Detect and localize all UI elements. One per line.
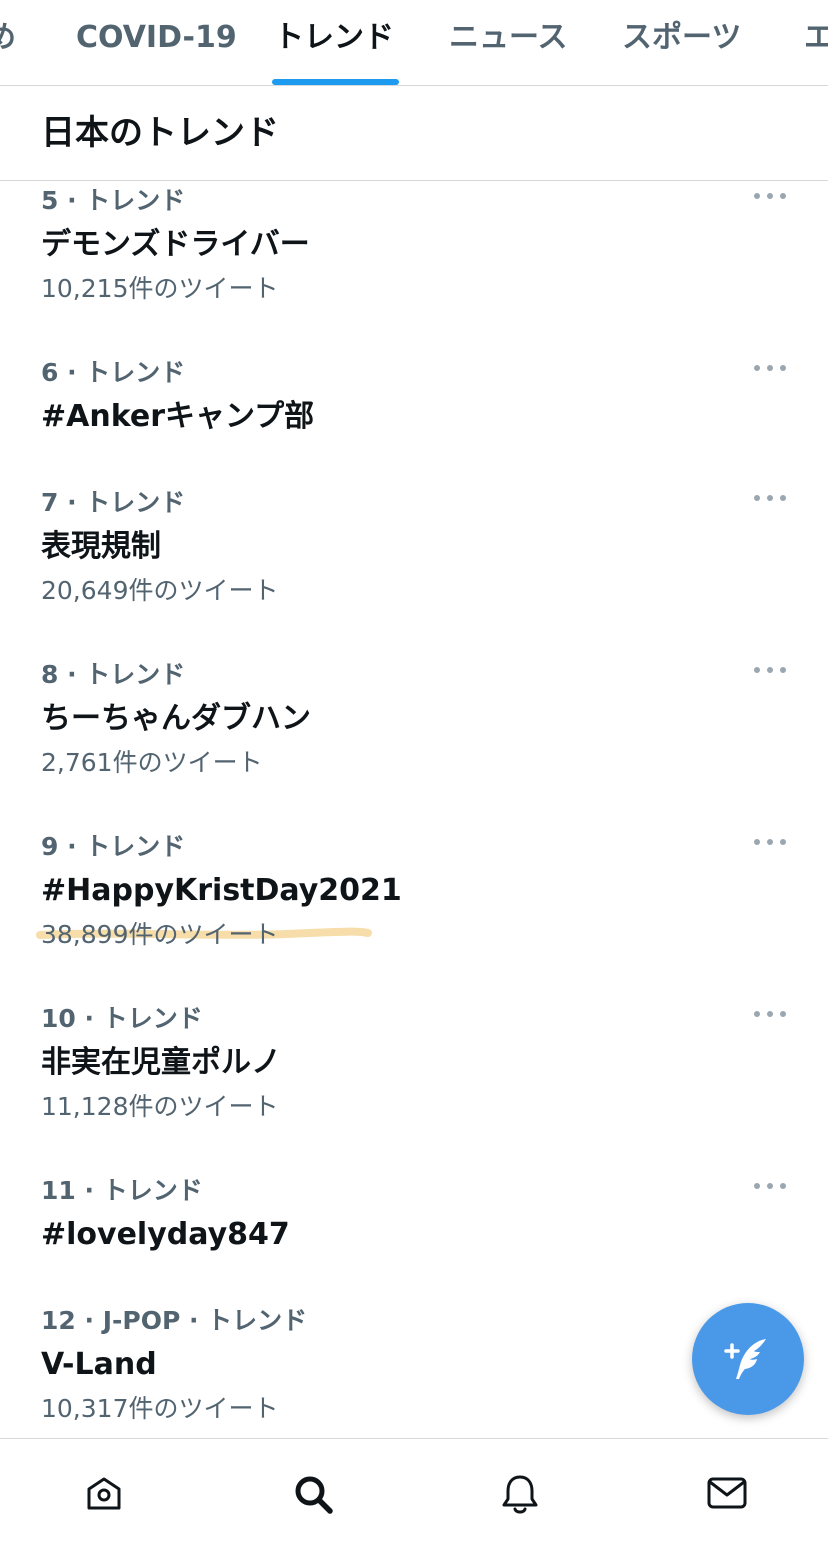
trend-meta: 11 · トレンド	[41, 1176, 203, 1205]
explore-tab-bar: め COVID-19 トレンド ニュース スポーツ エ	[0, 0, 828, 86]
trend-tweet-count: 10,215件のツイート	[41, 274, 279, 303]
nav-search[interactable]	[282, 1463, 342, 1523]
trend-meta: 10 · トレンド	[41, 1004, 203, 1033]
tab-covid-19[interactable]: COVID-19	[76, 18, 237, 58]
trend-item[interactable]: 6 · トレンド #Ankerキャンプ部	[0, 356, 828, 456]
search-icon	[295, 1476, 333, 1514]
tab-sports[interactable]: スポーツ	[622, 18, 741, 58]
trend-name: 表現規制	[41, 529, 161, 564]
trend-tweet-count: 2,761件のツイート	[41, 748, 263, 777]
trend-item-highlighted[interactable]: 9 · トレンド #HappyKristDay2021 38,899件のツイート	[0, 830, 828, 980]
more-options-icon[interactable]	[754, 836, 786, 848]
explore-screen: め COVID-19 トレンド ニュース スポーツ エ 日本のトレンド 5 · …	[0, 0, 828, 1563]
tab-trending[interactable]: トレンド	[274, 18, 394, 58]
tab-entertainment[interactable]: エ	[804, 18, 828, 58]
trend-item[interactable]: 5 · トレンド デモンズドライバー 10,215件のツイート	[0, 184, 828, 334]
trend-meta: 6 · トレンド	[41, 358, 186, 387]
trend-name: 非実在児童ポルノ	[41, 1045, 281, 1080]
trend-meta: 8 · トレンド	[41, 660, 186, 689]
more-options-icon[interactable]	[754, 664, 786, 676]
bottom-nav-bar	[0, 1438, 828, 1563]
tab-for-you[interactable]: め	[0, 18, 16, 58]
trend-name: デモンズドライバー	[41, 227, 310, 262]
trend-tweet-count: 11,128件のツイート	[41, 1092, 279, 1121]
trend-meta: 7 · トレンド	[41, 488, 186, 517]
notifications-bell-icon	[502, 1475, 538, 1514]
more-options-icon[interactable]	[754, 190, 786, 202]
messages-envelope-icon	[707, 1477, 747, 1509]
trend-item[interactable]: 11 · トレンド #lovelyday847	[0, 1174, 828, 1274]
trend-tweet-count: 10,317件のツイート	[41, 1394, 279, 1423]
section-header: 日本のトレンド	[0, 86, 828, 181]
trend-item[interactable]: 7 · トレンド 表現規制 20,649件のツイート	[0, 486, 828, 636]
nav-home[interactable]	[74, 1463, 134, 1523]
trend-name: #Ankerキャンプ部	[41, 399, 315, 434]
trend-name: #lovelyday847	[41, 1217, 290, 1252]
more-options-icon[interactable]	[754, 1180, 786, 1192]
trend-name: V-Land	[41, 1347, 157, 1382]
nav-messages[interactable]	[696, 1463, 756, 1523]
more-options-icon[interactable]	[754, 362, 786, 374]
trend-tweet-count: 20,649件のツイート	[41, 576, 279, 605]
trend-meta: 9 · トレンド	[41, 832, 186, 861]
trend-name: ちーちゃんダブハン	[41, 701, 311, 736]
compose-tweet-icon	[724, 1339, 766, 1379]
trend-item[interactable]: 8 · トレンド ちーちゃんダブハン 2,761件のツイート	[0, 658, 828, 808]
nav-notifications[interactable]	[490, 1463, 550, 1523]
tab-news[interactable]: ニュース	[449, 18, 568, 58]
trend-name: #HappyKristDay2021	[41, 873, 402, 908]
more-options-icon[interactable]	[754, 492, 786, 504]
trend-tweet-count: 38,899件のツイート	[41, 920, 279, 949]
section-title: 日本のトレンド	[41, 113, 279, 153]
home-icon	[87, 1477, 121, 1510]
trend-meta: 12 · J-POP · トレンド	[41, 1306, 308, 1335]
compose-tweet-button[interactable]	[692, 1303, 804, 1415]
trend-meta: 5 · トレンド	[41, 186, 186, 215]
trend-item[interactable]: 10 · トレンド 非実在児童ポルノ 11,128件のツイート	[0, 1002, 828, 1152]
more-options-icon[interactable]	[754, 1008, 786, 1020]
active-tab-indicator	[272, 79, 399, 85]
